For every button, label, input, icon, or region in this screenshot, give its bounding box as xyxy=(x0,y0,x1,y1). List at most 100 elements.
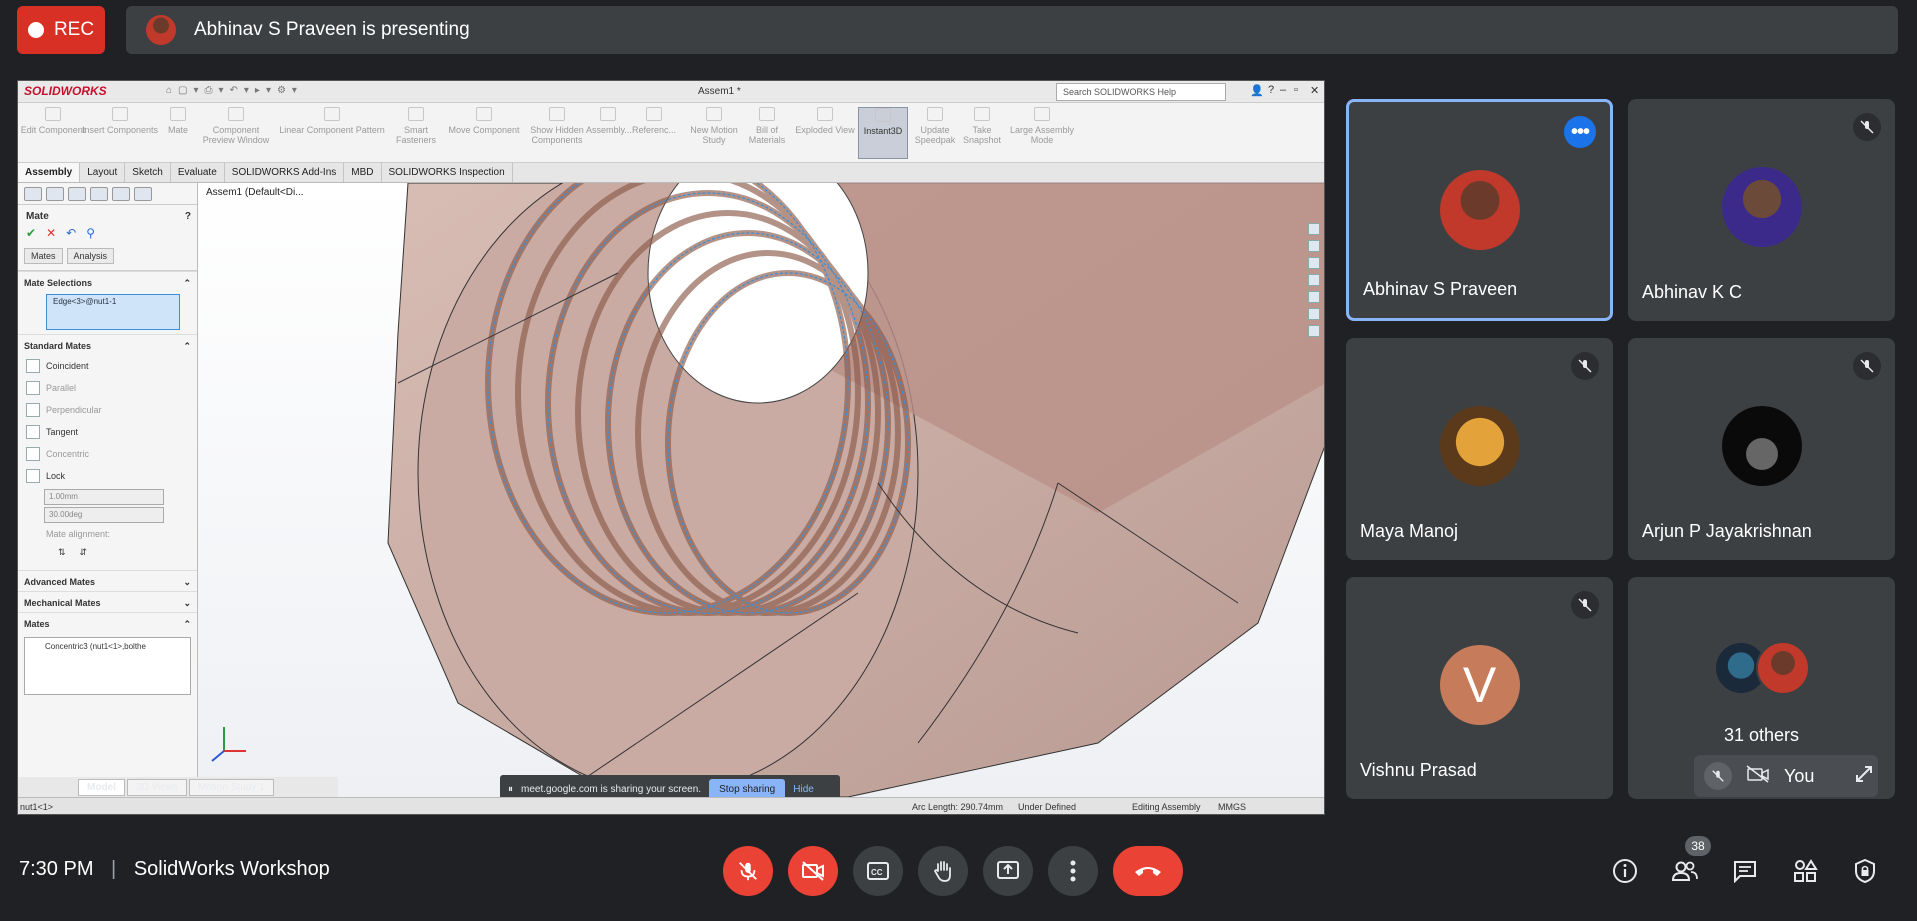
tab-mates[interactable]: Mates xyxy=(24,248,63,264)
view-display-icon[interactable] xyxy=(1308,325,1320,337)
ribbon-show-hidden[interactable]: Show Hidden Components xyxy=(526,107,588,146)
mate-list-item[interactable]: Concentric3 (nut1<1>,bolthe xyxy=(45,642,170,651)
more-options-icon[interactable]: ••• xyxy=(1564,116,1596,148)
others-tile[interactable]: 31 others You xyxy=(1628,577,1895,799)
cam-icon[interactable] xyxy=(134,187,152,201)
ribbon-mate[interactable]: Mate xyxy=(158,107,198,135)
view-folder-icon[interactable] xyxy=(1308,257,1320,269)
mate-selection-box[interactable]: Edge<3>@nut1-1 xyxy=(46,294,180,330)
ribbon-exploded-view[interactable]: Exploded View xyxy=(792,107,858,135)
view-list-icon[interactable] xyxy=(1308,308,1320,320)
section-mates[interactable]: Mates ⌃ xyxy=(18,612,197,633)
participant-tile[interactable]: Abhinav K C xyxy=(1628,99,1895,321)
mate-tangent[interactable]: Tangent xyxy=(18,421,197,443)
view-home-icon[interactable] xyxy=(1308,223,1320,235)
mates-list[interactable]: Concentric3 (nut1<1>,bolthe xyxy=(24,637,191,695)
pushpin-icon[interactable]: ⚲ xyxy=(86,226,95,240)
participant-tile[interactable]: V Vishnu Prasad xyxy=(1346,577,1613,799)
participant-tile[interactable]: Maya Manoj xyxy=(1346,338,1613,560)
ribbon-new-motion-study[interactable]: New Motion Study xyxy=(684,107,744,146)
camera-toggle-button[interactable] xyxy=(788,846,838,896)
collapse-icon[interactable]: ⌃ xyxy=(183,341,191,352)
expand-icon[interactable]: ⌄ xyxy=(183,577,191,588)
self-view-pill[interactable]: You xyxy=(1694,755,1878,797)
tab-evaluate[interactable]: Evaluate xyxy=(171,163,225,182)
section-advanced-mates[interactable]: Advanced Mates ⌄ xyxy=(18,570,197,591)
raise-hand-button[interactable] xyxy=(918,846,968,896)
angle-field[interactable]: 30.00deg xyxy=(44,507,164,523)
quick-access-icons[interactable]: ⌂▢▾⎙▾↶▾▸▾⚙▾ xyxy=(166,85,303,96)
people-button[interactable] xyxy=(1670,856,1700,886)
tab-addins[interactable]: SOLIDWORKS Add-Ins xyxy=(225,163,345,182)
tab-model[interactable]: Model xyxy=(78,778,125,796)
ribbon-large-assembly[interactable]: Large Assembly Mode xyxy=(1006,107,1078,146)
tab-inspection[interactable]: SOLIDWORKS Inspection xyxy=(382,163,513,182)
ribbon-reference-geometry[interactable]: Referenc... xyxy=(630,107,678,135)
captions-button[interactable]: CC xyxy=(853,846,903,896)
view-3d-icon[interactable] xyxy=(1308,240,1320,252)
distance-field[interactable]: 1.00mm xyxy=(44,489,164,505)
mate-perpendicular[interactable]: Perpendicular xyxy=(18,399,197,421)
tab-sketch[interactable]: Sketch xyxy=(125,163,171,182)
tab-motion-study[interactable]: Motion Study 1 xyxy=(188,778,274,796)
user-icon[interactable]: 👤 xyxy=(1250,84,1264,97)
mate-concentric[interactable]: Concentric xyxy=(18,443,197,465)
close-icon[interactable]: ✕ xyxy=(1310,84,1319,97)
expand-icon[interactable]: ⌄ xyxy=(183,598,191,609)
ribbon-bill-of-materials[interactable]: Bill of Materials xyxy=(744,107,790,146)
display-manager-icon[interactable] xyxy=(112,187,130,201)
propertymanager-icon[interactable] xyxy=(46,187,64,201)
tab-assembly[interactable]: Assembly xyxy=(18,163,81,182)
chat-button[interactable] xyxy=(1730,856,1760,886)
mate-parallel[interactable]: Parallel xyxy=(18,377,197,399)
ribbon-update-speedpak[interactable]: Update Speedpak xyxy=(910,107,960,146)
leave-call-button[interactable] xyxy=(1113,846,1183,896)
feature-tree-root[interactable]: Assem1 (Default<Di... xyxy=(206,187,304,198)
ribbon-linear-pattern[interactable]: Linear Component Pattern xyxy=(274,107,390,135)
graphics-viewport[interactable] xyxy=(198,183,1324,797)
ribbon-take-snapshot[interactable]: Take Snapshot xyxy=(960,107,1004,146)
tab-mbd[interactable]: MBD xyxy=(344,163,382,182)
participant-tile[interactable]: ••• Abhinav S Praveen xyxy=(1346,99,1613,321)
ok-check-icon[interactable]: ✔ xyxy=(26,226,36,240)
view-appearance-icon[interactable] xyxy=(1308,274,1320,286)
anti-aligned-icon[interactable]: ⇵ xyxy=(80,547,88,558)
ribbon-instant3d[interactable]: Instant3D xyxy=(858,107,908,159)
ribbon-smart-fasteners[interactable]: Smart Fasteners xyxy=(388,107,444,146)
help-icon[interactable]: ? xyxy=(1268,84,1274,96)
ribbon-edit-component[interactable]: Edit Component xyxy=(20,107,86,135)
view-scene-icon[interactable] xyxy=(1308,291,1320,303)
tab-layout[interactable]: Layout xyxy=(80,163,126,182)
present-button[interactable] xyxy=(983,846,1033,896)
configurationmanager-icon[interactable] xyxy=(68,187,86,201)
featuremanager-icon[interactable] xyxy=(24,187,42,201)
restore-icon[interactable]: ▫ xyxy=(1294,84,1298,96)
mate-lock[interactable]: Lock xyxy=(18,465,197,487)
mic-toggle-button[interactable] xyxy=(723,846,773,896)
ribbon-move-component[interactable]: Move Component xyxy=(442,107,526,135)
more-options-button[interactable] xyxy=(1048,846,1098,896)
ribbon-insert-components[interactable]: Insert Components xyxy=(80,107,160,135)
section-mechanical-mates[interactable]: Mechanical Mates ⌄ xyxy=(18,591,197,612)
help-circle-icon[interactable]: ? xyxy=(185,211,191,222)
hide-button[interactable]: Hide xyxy=(793,784,814,795)
dimxpert-icon[interactable] xyxy=(90,187,108,201)
undo-icon[interactable]: ↶ xyxy=(66,226,76,240)
cancel-x-icon[interactable]: ✕ xyxy=(46,226,56,240)
collapse-icon[interactable]: ⌃ xyxy=(183,278,191,289)
mate-coincident[interactable]: Coincident xyxy=(18,355,197,377)
status-units[interactable]: MMGS xyxy=(1218,802,1246,812)
ribbon-assembly-features[interactable]: Assembly... xyxy=(586,107,632,135)
collapse-icon[interactable]: ⌃ xyxy=(183,619,191,630)
tab-analysis[interactable]: Analysis xyxy=(66,248,115,264)
section-standard-mates[interactable]: Standard Mates ⌃ xyxy=(18,334,197,355)
aligned-icon[interactable]: ⇅ xyxy=(58,547,66,558)
tab-3d-views[interactable]: 3D Views xyxy=(126,778,187,796)
ribbon-component-preview[interactable]: Component Preview Window xyxy=(198,107,274,146)
section-mate-selections[interactable]: Mate Selections ⌃ xyxy=(18,271,197,292)
host-controls-button[interactable] xyxy=(1850,856,1880,886)
expand-icon[interactable] xyxy=(1854,764,1874,789)
meeting-details-button[interactable] xyxy=(1610,856,1640,886)
help-search-input[interactable]: Search SOLIDWORKS Help xyxy=(1056,83,1226,101)
activities-button[interactable] xyxy=(1790,856,1820,886)
